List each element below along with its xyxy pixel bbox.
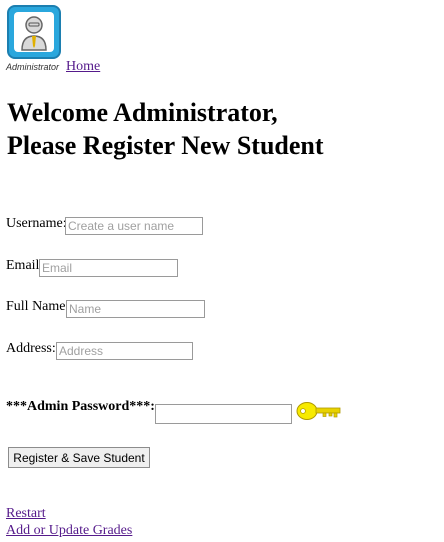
title-line-2: Please Register New Student [7, 131, 324, 160]
add-update-grades-link[interactable]: Add or Update Grades [6, 523, 132, 539]
logo-caption: Administrator [6, 62, 60, 72]
title-line-1: Welcome Administrator, [7, 98, 278, 127]
admin-password-input[interactable] [155, 404, 292, 424]
page-title: Welcome Administrator, Please Register N… [7, 96, 437, 162]
username-label: Username: [6, 216, 67, 231]
home-link[interactable]: Home [66, 59, 100, 75]
email-input[interactable] [39, 259, 178, 277]
username-input[interactable] [65, 217, 203, 235]
admin-password-label: ***Admin Password***: [6, 399, 155, 414]
register-save-student-button[interactable]: Register & Save Student [8, 447, 150, 468]
administrator-avatar-icon [7, 5, 61, 59]
fullname-label: Full Name: [6, 299, 70, 314]
email-label: Email: [6, 258, 44, 273]
fullname-input[interactable] [66, 300, 205, 318]
key-icon [296, 399, 342, 428]
address-input[interactable] [56, 342, 193, 360]
restart-link[interactable]: Restart [6, 506, 46, 522]
address-label: Address: [6, 341, 56, 356]
